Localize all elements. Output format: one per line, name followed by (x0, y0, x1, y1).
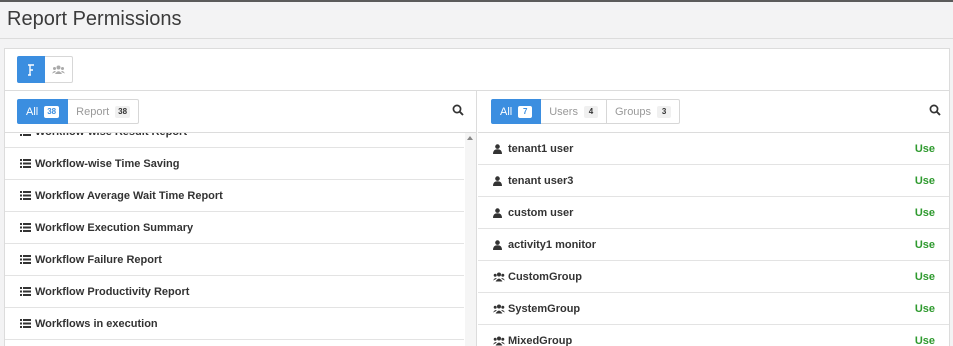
permission-badge[interactable]: Use (915, 175, 935, 187)
permissions-panel: All 38 Report 38 Workflow-wise Result Re… (4, 48, 950, 346)
filter-groups[interactable]: Groups 3 (606, 99, 681, 124)
page-title: Report Permissions (7, 8, 182, 30)
count-badge: 4 (583, 105, 598, 118)
list-icon (20, 159, 32, 168)
list-icon (20, 191, 32, 200)
scroll-up-arrow-icon[interactable] (467, 136, 473, 140)
principal-label: CustomGroup (508, 270, 582, 283)
group-row[interactable]: SystemGroup Use (478, 293, 949, 325)
principal-list: tenant1 user Use tenant user3 Use custom use… (478, 133, 949, 346)
group-row[interactable]: CustomGroup Use (478, 261, 949, 293)
count-badge: 38 (115, 105, 131, 118)
reports-view-button[interactable] (17, 56, 45, 83)
user-icon (493, 143, 505, 154)
filter-all-principals[interactable]: All 7 (491, 99, 542, 124)
report-label: Workflow-wise Result Report (35, 133, 464, 138)
principal-label: custom user (508, 206, 574, 219)
filter-label: All (500, 105, 513, 118)
permission-badge[interactable]: Use (915, 143, 935, 155)
list-icon (20, 133, 32, 136)
report-row[interactable]: Workflow-wise Time Saving (5, 148, 464, 180)
user-row[interactable]: custom user Use (478, 197, 949, 229)
report-list: Workflow-wise Result Report Workflow-wise… (5, 133, 464, 346)
user-icon (493, 207, 505, 218)
count-badge: 38 (44, 105, 60, 118)
principal-label: activity1 monitor (508, 238, 597, 251)
reports-view-icon (28, 63, 34, 76)
principal-label: MixedGroup (508, 334, 573, 346)
filter-label: All (26, 105, 39, 118)
scrollbar[interactable] (465, 133, 476, 346)
principal-label: tenant1 user (508, 142, 574, 155)
user-icon (493, 175, 505, 186)
count-badge: 7 (518, 105, 533, 118)
principal-label: SystemGroup (508, 302, 581, 315)
filter-label: Groups (614, 105, 652, 118)
groups-view-button[interactable] (45, 56, 73, 83)
report-row[interactable]: Workflow Failure Report (5, 244, 464, 276)
count-badge: 3 (657, 105, 672, 118)
list-icon (20, 255, 32, 264)
report-label: Workflow Productivity Report (35, 285, 190, 298)
search-icon[interactable] (929, 104, 941, 116)
principal-filters: All 7 Users 4 Groups 3 (491, 99, 681, 124)
report-row[interactable]: Workflow Execution Summary (5, 212, 464, 244)
report-label: Workflows in execution (35, 317, 158, 330)
user-icon (493, 239, 505, 250)
filter-label: Report (76, 105, 110, 118)
report-label: Workflow Execution Summary (35, 221, 194, 234)
principals-column: All 7 Users 4 Groups 3 tenant1 user Use te… (478, 91, 949, 346)
report-row[interactable]: Workflow-wise Result Report (5, 133, 464, 148)
report-row[interactable]: Workflow Average Wait Time Report (5, 180, 464, 212)
search-icon[interactable] (452, 104, 464, 116)
filter-label: Users (549, 105, 578, 118)
report-filters: All 38 Report 38 (17, 99, 140, 124)
report-row[interactable]: Workflows in execution (5, 308, 464, 340)
groups-view-icon (52, 65, 65, 74)
report-label: Workflow-wise Time Saving (35, 157, 180, 170)
permission-badge[interactable]: Use (915, 239, 935, 251)
filter-report[interactable]: Report 38 (68, 99, 140, 124)
group-icon (493, 304, 505, 314)
list-icon (20, 319, 32, 328)
filter-users[interactable]: Users 4 (541, 99, 607, 124)
permission-badge[interactable]: Use (915, 207, 935, 219)
user-row[interactable]: tenant user3 Use (478, 165, 949, 197)
group-row[interactable]: MixedGroup Use (478, 325, 949, 346)
user-row[interactable]: activity1 monitor Use (478, 229, 949, 261)
permission-badge[interactable]: Use (915, 335, 935, 346)
user-row[interactable]: tenant1 user Use (478, 133, 949, 165)
permission-badge[interactable]: Use (915, 271, 935, 283)
group-icon (493, 272, 505, 282)
report-label: Workflow Failure Report (35, 253, 162, 266)
view-toggle (17, 56, 73, 83)
group-icon (493, 336, 505, 346)
filter-all-reports[interactable]: All 38 (17, 99, 69, 124)
report-label: Workflow Average Wait Time Report (35, 189, 223, 202)
title-divider (0, 38, 953, 39)
top-border (0, 0, 953, 2)
reports-column: All 38 Report 38 Workflow-wise Result Re… (5, 91, 477, 346)
list-icon (20, 287, 32, 296)
report-row[interactable]: Workflow Productivity Report (5, 276, 464, 308)
principal-label: tenant user3 (508, 174, 574, 187)
list-icon (20, 223, 32, 232)
permission-badge[interactable]: Use (915, 303, 935, 315)
